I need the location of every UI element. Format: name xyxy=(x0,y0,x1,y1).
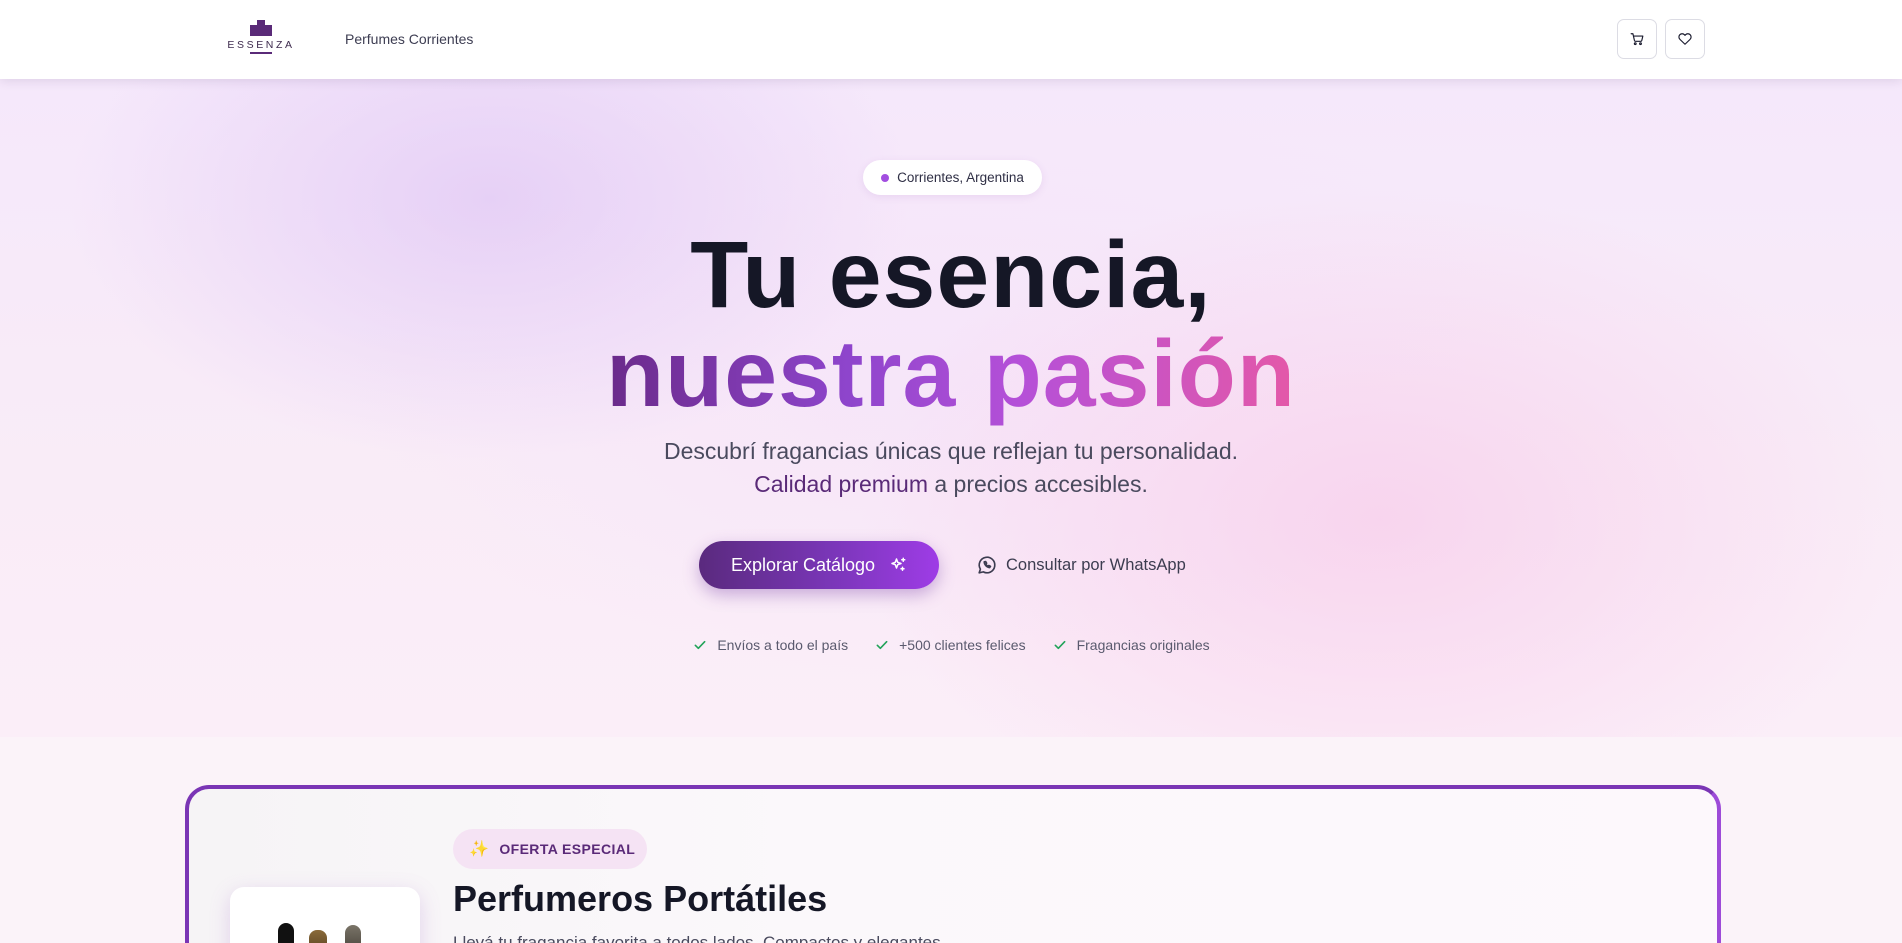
logo-underline xyxy=(250,52,272,54)
perk-label: +500 clientes felices xyxy=(899,637,1026,653)
portable-perfume-image xyxy=(230,887,420,943)
hero-section: Corrientes, Argentina Tu esencia, nuestr… xyxy=(0,79,1902,737)
sparkles-icon xyxy=(891,557,906,571)
location-dot-icon xyxy=(881,173,890,182)
explore-catalog-label: Explorar Catálogo xyxy=(730,554,876,575)
hero-subtitle-line1: Descubrí fragancias únicas que reflejan … xyxy=(663,438,1239,464)
whatsapp-icon xyxy=(978,556,996,574)
wishlist-button[interactable] xyxy=(1665,19,1705,59)
subtitle-highlight: Calidad premium xyxy=(754,471,928,497)
perk-label: Fragancias originales xyxy=(1076,637,1210,653)
offer-title: Perfumeros Portátiles xyxy=(453,878,828,919)
logo-text: ESSENZA xyxy=(227,39,295,51)
check-icon xyxy=(876,640,888,650)
whatsapp-button[interactable]: Consultar por WhatsApp xyxy=(976,552,1186,578)
perfume-bottle-logo-icon xyxy=(250,20,272,36)
perks-list: Envíos a todo el país +500 clientes feli… xyxy=(0,637,1902,653)
explore-catalog-button[interactable]: Explorar Catálogo xyxy=(699,541,939,589)
special-offer-badge: ✨ OFERTA ESPECIAL xyxy=(453,829,647,869)
brand-logo[interactable]: ESSENZA xyxy=(226,18,296,56)
hero-title-line1: Tu esencia, xyxy=(690,222,1212,328)
perk-item: +500 clientes felices xyxy=(874,637,1026,653)
check-icon xyxy=(1054,640,1066,650)
cart-icon xyxy=(1630,33,1644,46)
site-header: ESSENZA Perfumes Corrientes xyxy=(0,0,1902,79)
brand-name-link[interactable]: Perfumes Corrientes xyxy=(345,31,473,47)
sparkle-emoji-icon: ✨ xyxy=(469,841,490,858)
perk-item: Fragancias originales xyxy=(1052,637,1210,653)
subtitle-rest: a precios accesibles. xyxy=(927,471,1148,497)
perk-item: Envíos a todo el país xyxy=(692,637,848,653)
hero-title-line2: nuestra pasión xyxy=(0,319,1902,429)
check-icon xyxy=(694,640,706,650)
bottle-silver xyxy=(345,925,361,943)
offer-description: Llevá tu fragancia favorita a todos lado… xyxy=(453,933,946,943)
bottle-black xyxy=(278,923,294,943)
heart-icon xyxy=(1678,33,1692,45)
location-badge: Corrientes, Argentina xyxy=(863,160,1042,195)
location-text: Corrientes, Argentina xyxy=(897,170,1024,185)
hero-subtitle-line2: Calidad premium a precios accesibles. xyxy=(0,471,1902,498)
cart-button[interactable] xyxy=(1617,19,1657,59)
whatsapp-label: Consultar por WhatsApp xyxy=(1006,555,1186,574)
perk-label: Envíos a todo el país xyxy=(717,637,849,653)
hero-title-gradient-text: nuestra pasión xyxy=(606,321,1296,427)
bottle-gold xyxy=(309,930,327,943)
special-offer-label: OFERTA ESPECIAL xyxy=(499,841,636,857)
